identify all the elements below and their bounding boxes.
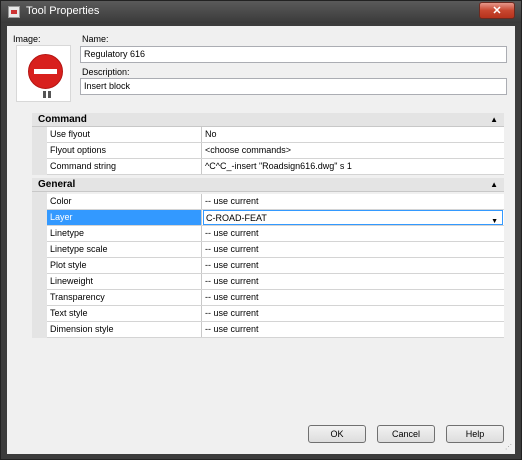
no-entry-sign-icon xyxy=(28,54,63,89)
cancel-button[interactable]: Cancel xyxy=(377,425,435,443)
property-row-selected[interactable]: Layer C-ROAD-FEAT ▼ xyxy=(47,210,504,226)
ok-button[interactable]: OK xyxy=(308,425,366,443)
property-row[interactable]: Linetype scale -- use current xyxy=(47,242,504,258)
chevron-down-icon[interactable]: ▼ xyxy=(491,214,498,224)
property-row[interactable]: Dimension style -- use current xyxy=(47,322,504,338)
property-name: Layer xyxy=(47,210,202,225)
description-field[interactable]: Insert block xyxy=(80,78,507,95)
tool-properties-window: Tool Properties ✕ Image: Name: Regulator… xyxy=(0,0,522,460)
property-name: Linetype scale xyxy=(47,242,202,257)
property-value[interactable]: -- use current xyxy=(203,242,503,257)
property-row[interactable]: Command string ^C^C_-insert "Roadsign616… xyxy=(47,159,504,175)
property-name: Flyout options xyxy=(47,143,202,158)
name-field[interactable]: Regulatory 616 xyxy=(80,46,507,63)
collapse-icon[interactable]: ▲ xyxy=(490,113,498,127)
property-name: Color xyxy=(47,194,202,209)
property-name: Linetype xyxy=(47,226,202,241)
window-title: Tool Properties xyxy=(26,5,100,17)
property-value[interactable]: No xyxy=(203,127,503,142)
property-value[interactable]: -- use current xyxy=(203,258,503,273)
property-name: Lineweight xyxy=(47,274,202,289)
section-title: Command xyxy=(38,114,87,125)
tool-image[interactable] xyxy=(16,45,71,102)
property-row[interactable]: Transparency -- use current xyxy=(47,290,504,306)
property-value[interactable]: ^C^C_-insert "Roadsign616.dwg" s 1 xyxy=(203,159,503,174)
description-label: Description: xyxy=(82,67,130,77)
property-name: Text style xyxy=(47,306,202,321)
property-row[interactable]: Lineweight -- use current xyxy=(47,274,504,290)
title-bar[interactable]: Tool Properties ✕ xyxy=(1,1,521,23)
app-icon xyxy=(8,6,20,18)
property-row[interactable]: Use flyout No xyxy=(47,127,504,143)
property-value[interactable]: -- use current xyxy=(203,274,503,289)
collapse-icon[interactable]: ▲ xyxy=(490,178,498,192)
property-value: C-ROAD-FEAT xyxy=(206,213,267,223)
property-name: Plot style xyxy=(47,258,202,273)
property-row[interactable]: Plot style -- use current xyxy=(47,258,504,274)
property-value[interactable]: <choose commands> xyxy=(203,143,503,158)
property-name: Dimension style xyxy=(47,322,202,337)
property-value[interactable]: -- use current xyxy=(203,194,503,209)
property-row[interactable]: Text style -- use current xyxy=(47,306,504,322)
layer-dropdown[interactable]: C-ROAD-FEAT ▼ xyxy=(203,210,503,225)
name-label: Name: xyxy=(82,34,109,44)
help-button[interactable]: Help xyxy=(446,425,504,443)
close-button[interactable]: ✕ xyxy=(479,2,515,19)
property-value[interactable]: -- use current xyxy=(203,226,503,241)
properties-grid: Command ▲ Use flyout No Flyout options <… xyxy=(32,113,509,338)
property-name: Command string xyxy=(47,159,202,174)
section-title: General xyxy=(38,179,76,190)
dialog-body: Image: Name: Regulatory 616 Description:… xyxy=(7,26,515,454)
property-name: Use flyout xyxy=(47,127,202,142)
property-row[interactable]: Color -- use current xyxy=(47,194,504,210)
property-row[interactable]: Flyout options <choose commands> xyxy=(47,143,504,159)
property-value[interactable]: -- use current xyxy=(203,290,503,305)
section-command[interactable]: Command ▲ xyxy=(32,113,504,127)
property-value[interactable]: -- use current xyxy=(203,306,503,321)
property-value[interactable]: -- use current xyxy=(203,322,503,337)
resize-grip-icon[interactable]: ⋰ xyxy=(505,444,513,452)
image-label: Image: xyxy=(13,34,41,44)
property-name: Transparency xyxy=(47,290,202,305)
section-general[interactable]: General ▲ xyxy=(32,178,504,192)
property-row[interactable]: Linetype -- use current xyxy=(47,226,504,242)
